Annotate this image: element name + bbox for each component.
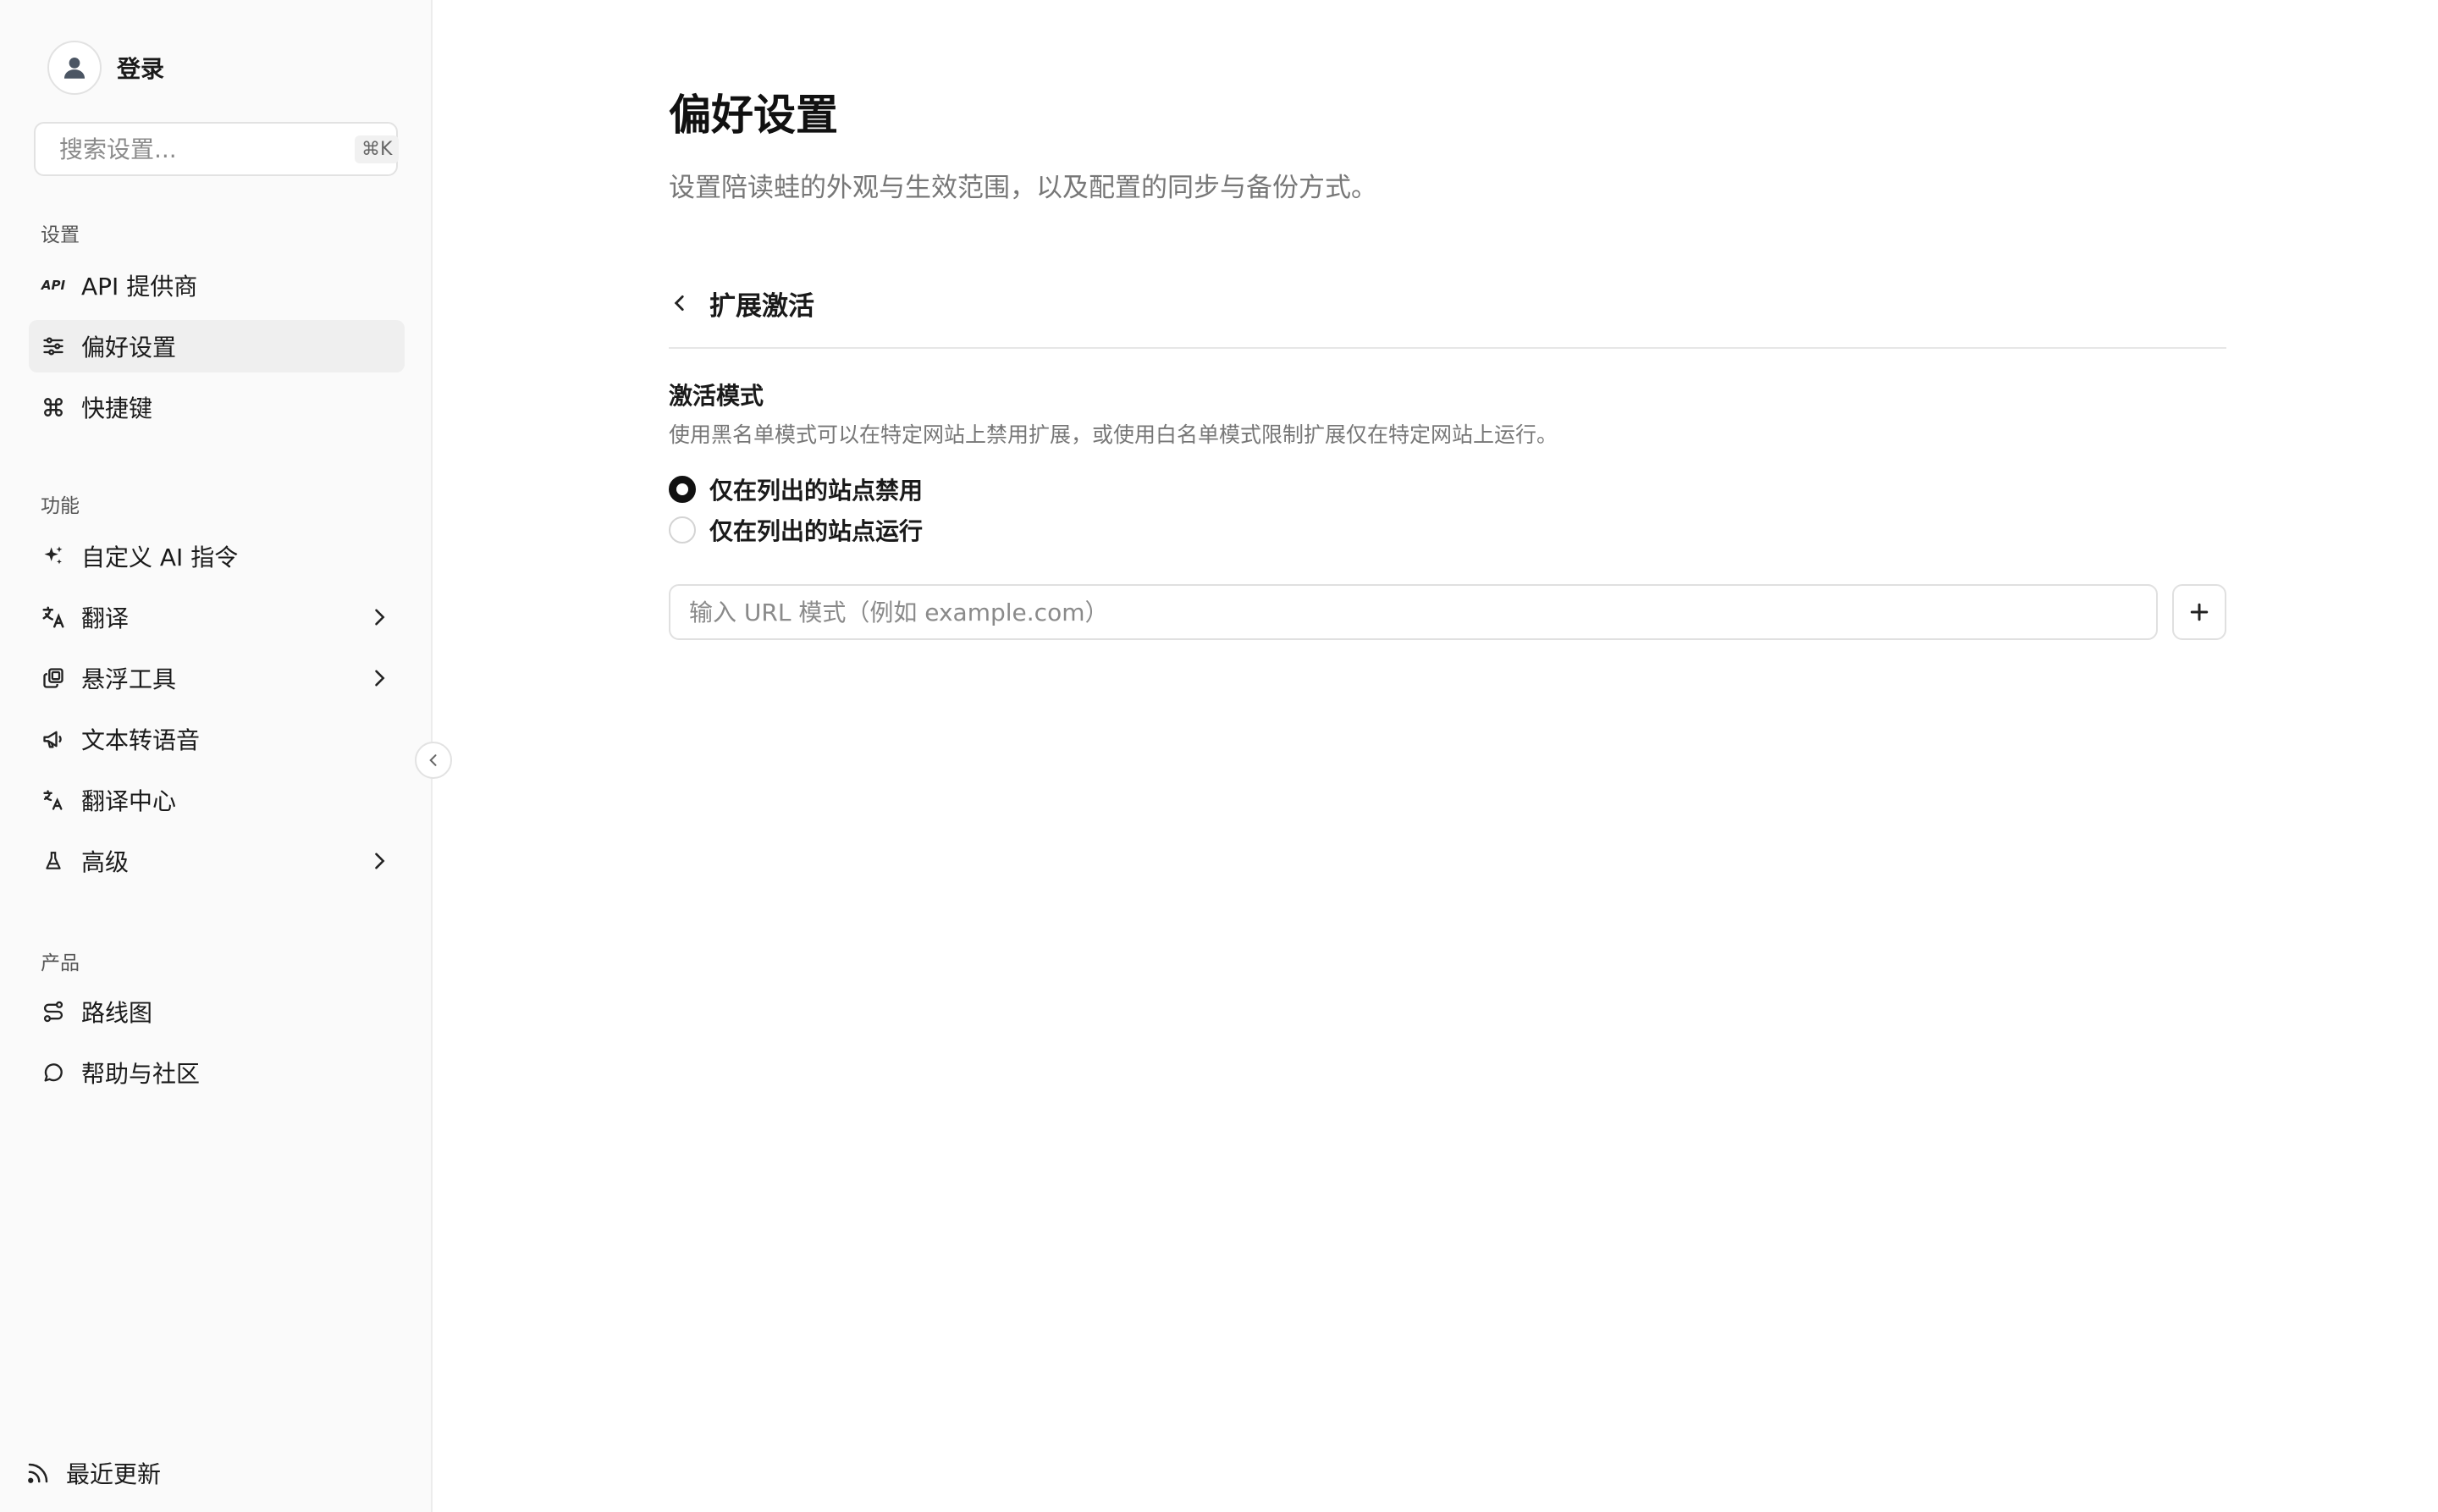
command-icon	[41, 395, 66, 420]
field-description: 使用黑名单模式可以在特定网站上禁用扩展，或使用白名单模式限制扩展仅在特定网站上运…	[669, 422, 1558, 447]
sidebar: 登录 ⌘K 设置 API API 提供商 偏好设置 快捷键 功能 自定义 AI …	[0, 0, 433, 1512]
field-title: 激活模式	[669, 382, 764, 410]
megaphone-icon	[41, 726, 66, 752]
chevron-left-icon	[674, 295, 684, 311]
login-label: 登录	[117, 55, 165, 83]
login-button[interactable]: 登录	[47, 41, 164, 95]
sidebar-item-tts[interactable]: 文本转语音	[29, 713, 405, 765]
divider	[669, 347, 2226, 349]
language-icon	[41, 787, 66, 813]
sidebar-item-advanced[interactable]: 高级	[29, 835, 405, 887]
sparkles-icon	[41, 544, 66, 569]
section-label-features: 功能	[41, 495, 80, 517]
chevron-left-icon	[429, 754, 437, 766]
chevron-right-icon	[375, 670, 385, 687]
radio-label: 仅在列出的站点禁用	[709, 477, 924, 505]
sidebar-collapse-button[interactable]	[415, 742, 452, 779]
sidebar-item-label: 路线图	[81, 999, 153, 1027]
sliders-icon	[41, 334, 66, 359]
sidebar-item-label: 自定义 AI 指令	[81, 544, 239, 571]
layers-icon	[41, 665, 66, 691]
page-subtitle: 设置陪读蛙的外观与生效范围，以及配置的同步与备份方式。	[669, 173, 1377, 203]
sidebar-item-translate[interactable]: 翻译	[29, 591, 405, 643]
sidebar-item-label: 帮助与社区	[81, 1060, 201, 1088]
chevron-right-icon	[375, 609, 385, 626]
radio-button-checked[interactable]	[669, 476, 696, 503]
section-label-product: 产品	[41, 952, 80, 974]
add-url-button[interactable]	[2172, 584, 2226, 640]
search-shortcut-badge: ⌘K	[355, 135, 400, 163]
sidebar-item-label: 悬浮工具	[81, 665, 177, 693]
api-icon: API	[41, 278, 66, 293]
sidebar-item-preferences[interactable]: 偏好设置	[29, 320, 405, 372]
sidebar-item-api[interactable]: API API 提供商	[29, 259, 405, 312]
search-input[interactable]	[59, 135, 355, 163]
sidebar-item-custom-ai[interactable]: 自定义 AI 指令	[29, 530, 405, 582]
route-icon	[41, 999, 66, 1024]
section-label-settings: 设置	[41, 224, 80, 246]
plus-icon	[2190, 603, 2209, 621]
sidebar-item-label: 快捷键	[81, 395, 153, 422]
search-box[interactable]: ⌘K	[34, 122, 400, 176]
message-circle-icon	[41, 1060, 66, 1085]
rss-icon	[28, 1463, 48, 1483]
radio-option-whitelist[interactable]: 仅在列出的站点运行	[669, 515, 923, 545]
radio-option-blacklist[interactable]: 仅在列出的站点禁用	[669, 474, 923, 505]
section-title: 扩展激活	[709, 290, 814, 322]
flask-icon	[41, 848, 66, 874]
sidebar-item-floating-tools[interactable]: 悬浮工具	[29, 652, 405, 704]
radio-button[interactable]	[669, 516, 696, 544]
sidebar-item-label: 翻译	[81, 604, 130, 632]
recent-updates-link[interactable]: 最近更新	[25, 1456, 161, 1490]
radio-label: 仅在列出的站点运行	[709, 517, 924, 545]
sidebar-item-help[interactable]: 帮助与社区	[29, 1046, 405, 1099]
translate-icon	[41, 604, 66, 630]
sidebar-item-translation-hub[interactable]: 翻译中心	[29, 774, 405, 826]
page-title: 偏好设置	[669, 91, 838, 140]
sidebar-item-roadmap[interactable]: 路线图	[29, 985, 405, 1038]
sidebar-item-label: API 提供商	[81, 273, 198, 301]
recent-updates-label: 最近更新	[66, 1460, 162, 1488]
user-icon	[47, 41, 102, 95]
url-pattern-input[interactable]	[669, 584, 2158, 640]
sidebar-item-label: 高级	[81, 848, 130, 876]
sidebar-item-label: 翻译中心	[81, 787, 177, 815]
sidebar-item-label: 文本转语音	[81, 726, 201, 754]
sidebar-item-shortcuts[interactable]: 快捷键	[29, 381, 405, 433]
chevron-right-icon	[375, 853, 385, 869]
sidebar-item-label: 偏好设置	[81, 334, 177, 361]
back-button[interactable]: 扩展激活	[669, 284, 814, 322]
